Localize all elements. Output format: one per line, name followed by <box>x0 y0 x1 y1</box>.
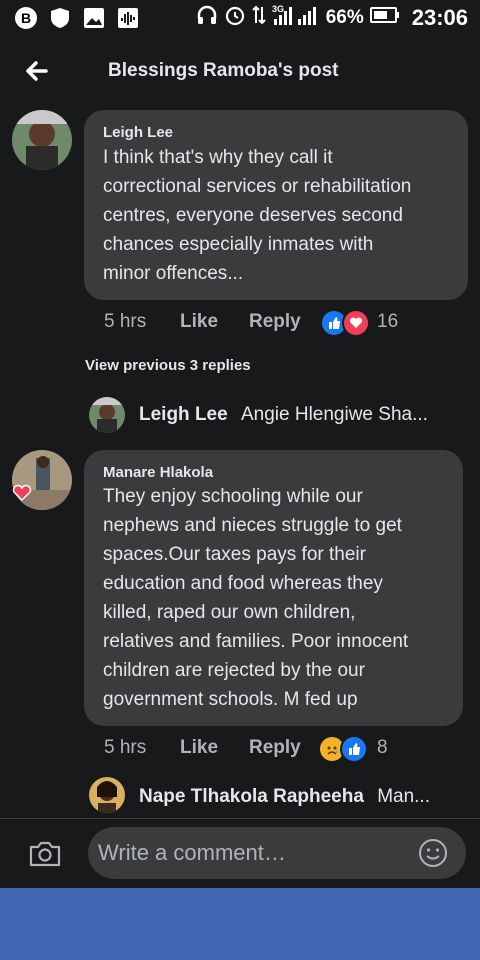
reply-preview[interactable]: Leigh Lee Angie Hlengiwe Sha... <box>139 404 428 426</box>
signal-icon: 3G <box>272 4 320 32</box>
heart-badge-icon <box>12 484 32 507</box>
like-button[interactable]: Like <box>180 311 218 333</box>
comment-author[interactable]: Manare Hlakola <box>103 464 213 481</box>
b-app-icon: B <box>14 6 38 30</box>
comment-input-placeholder: Write a comment… <box>98 840 286 865</box>
reply-author: Leigh Lee <box>139 404 228 425</box>
like-reaction-icon <box>340 735 368 763</box>
battery-icon <box>369 6 400 30</box>
reaction-summary[interactable] <box>320 309 370 337</box>
comment-actions: 5 hrs Like Reply <box>0 311 480 339</box>
comment-text: They enjoy schooling while our nephews a… <box>103 486 409 710</box>
reply-text: Man... <box>377 786 430 807</box>
comment-bubble: Manare Hlakola They enjoy schooling whil… <box>84 450 463 726</box>
avatar[interactable] <box>89 777 125 813</box>
svg-text:B: B <box>21 10 31 26</box>
reply-author: Nape Tlhakola Rapheeha <box>139 786 364 807</box>
love-reaction-icon <box>342 309 370 337</box>
comment-input[interactable]: Write a comment… <box>88 827 466 879</box>
audio-icon <box>116 6 140 30</box>
view-previous-replies-link[interactable]: View previous 3 replies <box>85 357 251 374</box>
post-header: Blessings Ramoba's post <box>0 44 480 100</box>
comment-bubble: Leigh Lee I think that's why they call i… <box>84 110 468 300</box>
reaction-count: 16 <box>377 311 399 332</box>
data-arrows-icon <box>251 4 266 32</box>
reaction-summary[interactable] <box>318 735 368 763</box>
camera-icon[interactable] <box>28 838 62 868</box>
comment-time: 5 hrs <box>104 737 147 758</box>
avatar[interactable] <box>12 110 72 170</box>
network-type: 3G <box>272 4 284 14</box>
back-arrow-icon[interactable] <box>22 56 52 86</box>
reply-button[interactable]: Reply <box>249 311 301 333</box>
clock: 23:06 <box>411 5 468 30</box>
image-icon <box>82 6 106 30</box>
comment-actions: 5 hrs Like Reply <box>0 737 480 765</box>
comment-composer: Write a comment… <box>0 819 480 888</box>
emoji-icon[interactable] <box>418 838 448 868</box>
battery-percent: 66% <box>325 7 364 28</box>
comment-text: I think that's why they call it correcti… <box>103 147 412 284</box>
reaction-count: 8 <box>377 737 388 758</box>
status-bar: B 3G 66% 23:06 <box>0 0 480 36</box>
headphones-icon <box>196 4 218 32</box>
system-nav-bar <box>0 888 480 960</box>
shield-icon <box>48 6 72 30</box>
reply-preview[interactable]: Nape Tlhakola Rapheeha Man... <box>139 786 430 808</box>
comment-time: 5 hrs <box>104 311 147 332</box>
comment-author[interactable]: Leigh Lee <box>103 124 173 141</box>
page-title: Blessings Ramoba's post <box>108 60 339 81</box>
avatar[interactable] <box>89 397 125 433</box>
reply-button[interactable]: Reply <box>249 737 301 759</box>
like-button[interactable]: Like <box>180 737 218 759</box>
reply-text: Angie Hlengiwe Sha... <box>240 404 428 425</box>
alarm-icon <box>224 4 246 32</box>
